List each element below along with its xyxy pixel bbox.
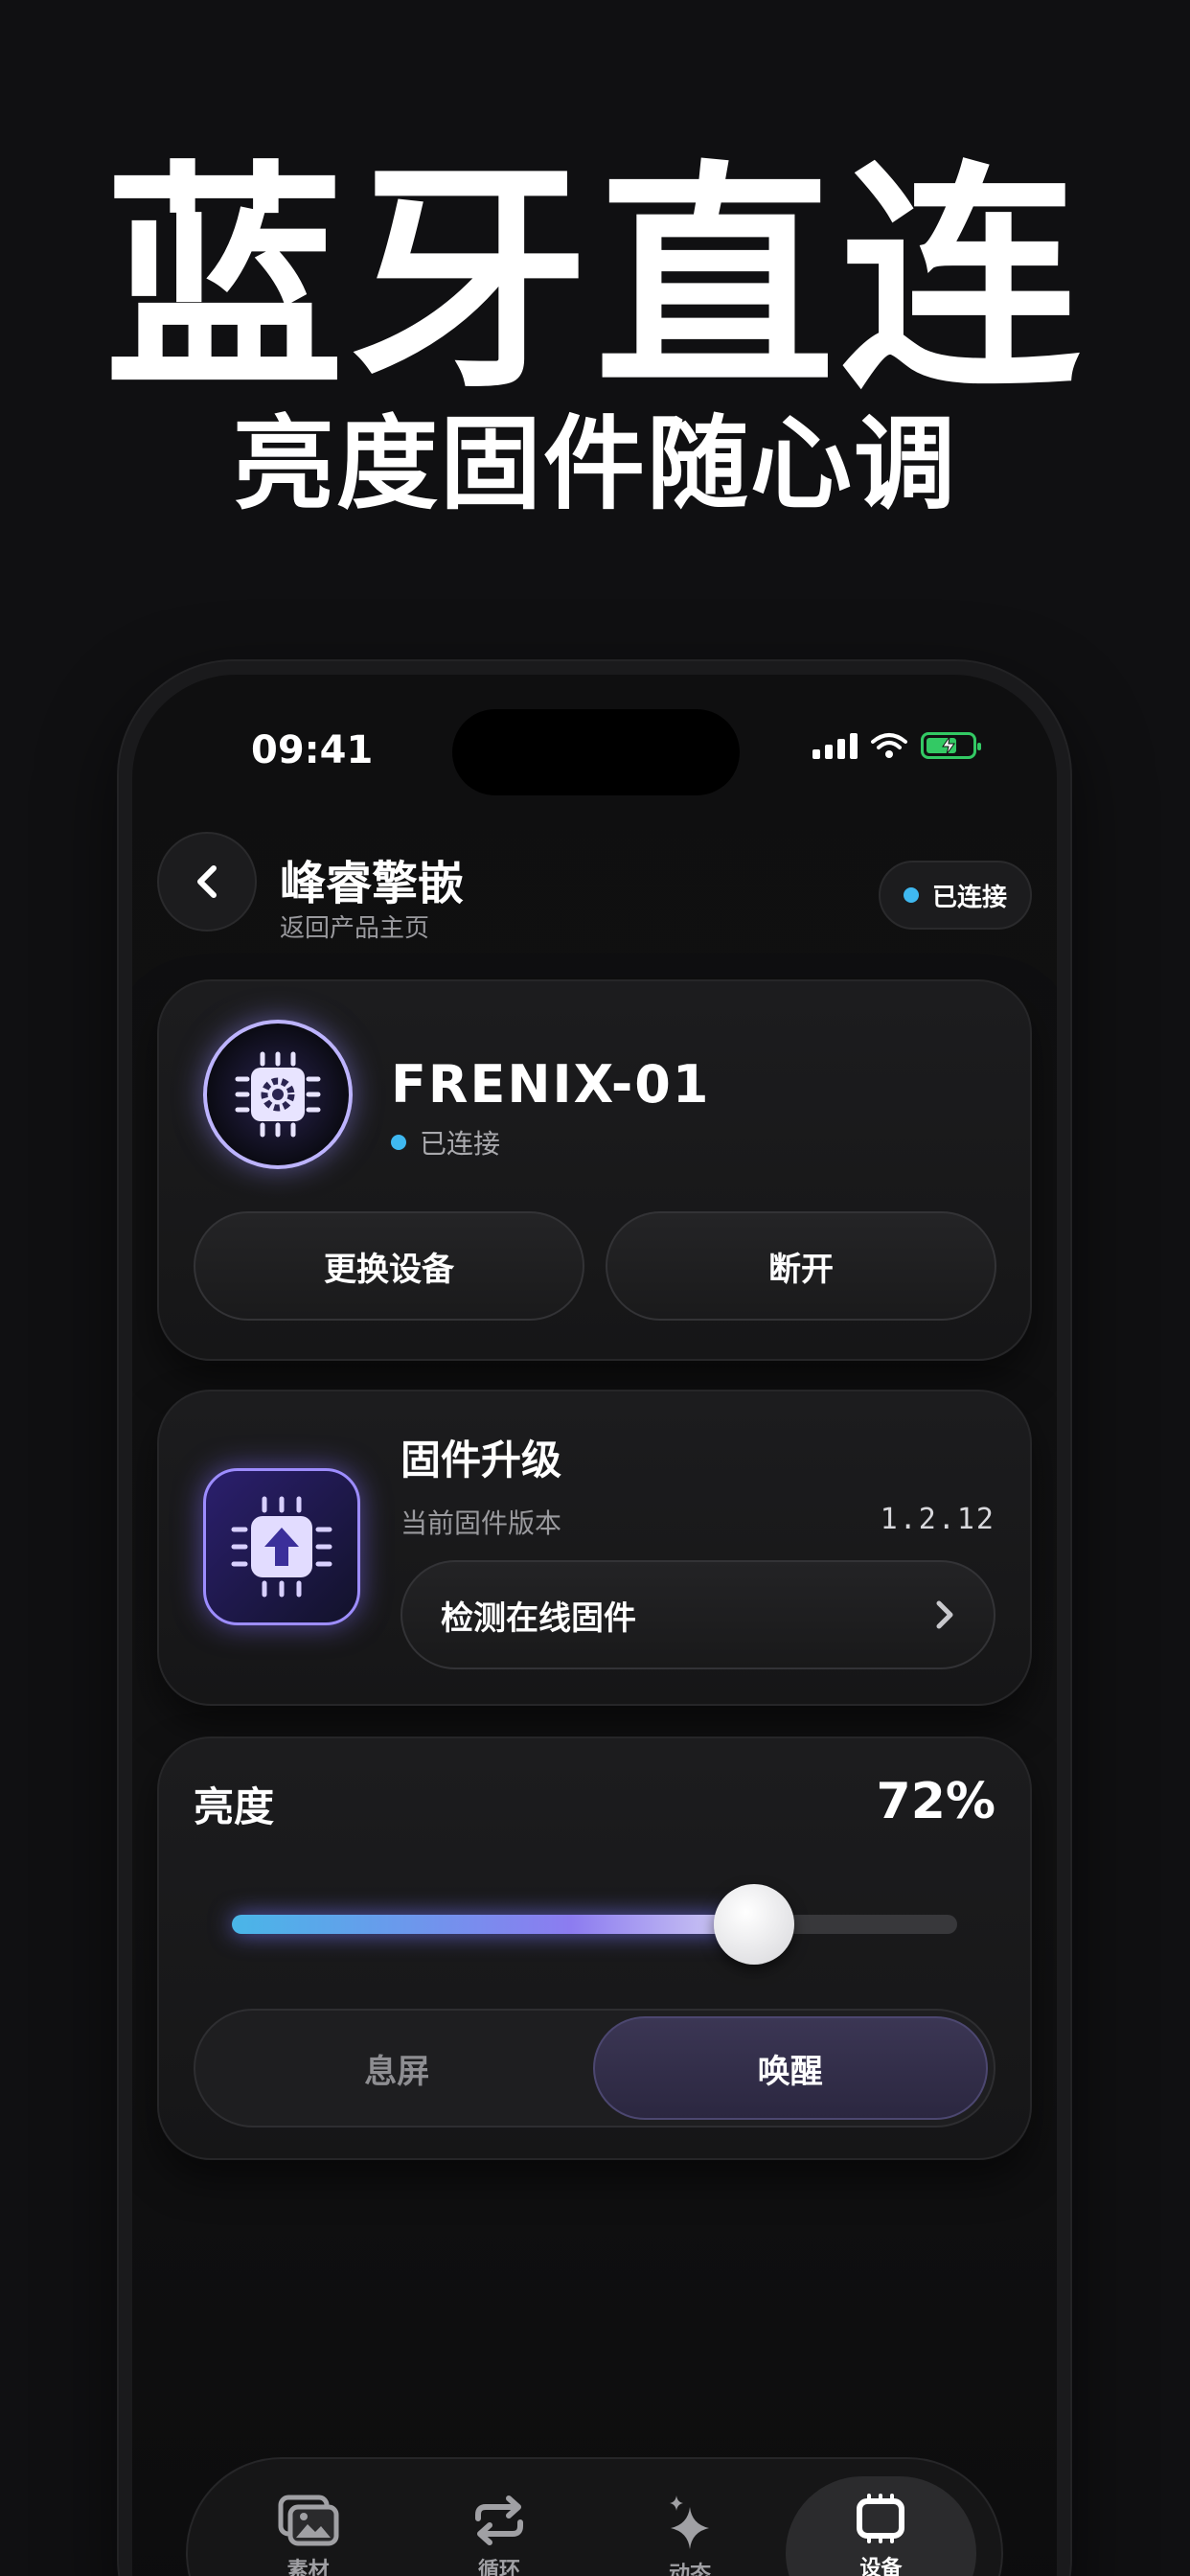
device-chip-icon [857, 2494, 905, 2543]
tab-label: 设备 [859, 2557, 903, 2576]
firmware-version: 1.2.12 [880, 1503, 995, 1536]
chip-upload-icon [203, 1468, 360, 1625]
sparkle-icon [670, 2496, 710, 2549]
check-firmware-button[interactable]: 检测在线固件 [400, 1560, 995, 1669]
brightness-slider-fill [232, 1915, 755, 1934]
back-button[interactable] [157, 832, 257, 932]
brightness-card: 亮度 72% 息屏 唤醒 [157, 1736, 1032, 2160]
brightness-title: 亮度 [194, 1783, 275, 1830]
page-title: 峰睿擎嵌 [280, 857, 465, 910]
battery-icon [921, 732, 981, 759]
status-icons [812, 732, 981, 759]
wifi-icon [871, 733, 907, 758]
hero-subtitle: 亮度固件随心调 [233, 405, 957, 523]
device-name: FRENIX-01 [391, 1054, 711, 1115]
brightness-slider-thumb[interactable] [714, 1884, 795, 1965]
firmware-card: 固件升级 当前固件版本 1.2.12 检测在线固件 [157, 1390, 1032, 1706]
brightness-slider[interactable] [232, 1884, 957, 1965]
back-to-home-link[interactable]: 返回产品主页 [280, 908, 429, 944]
firmware-version-label: 当前固件版本 [400, 1507, 562, 1539]
screen-mode-toggle: 息屏 唤醒 [194, 2009, 995, 2128]
connection-status-badge: 已连接 [878, 861, 1032, 930]
status-time: 09:41 [251, 728, 374, 772]
tab-bar: 素材 循环 动态 设备 [186, 2457, 1003, 2576]
mode-wake[interactable]: 唤醒 [592, 2016, 988, 2120]
brightness-value: 72% [876, 1773, 995, 1830]
device-status: 已连接 [391, 1123, 500, 1162]
status-dot [391, 1135, 406, 1150]
chevron-left-icon [197, 865, 217, 898]
switch-device-button[interactable]: 更换设备 [194, 1211, 584, 1321]
disconnect-button[interactable]: 断开 [606, 1211, 996, 1321]
tab-label: 素材 [286, 2559, 330, 2576]
phone-screen: 09:41 峰睿擎嵌 返回产品主页 已连接 FRENIX-01 已连接 更换设备… [132, 675, 1057, 2576]
dynamic-island [452, 709, 740, 795]
images-icon [278, 2495, 339, 2546]
tab-dynamic[interactable]: 动态 [595, 2476, 786, 2576]
hero-title: 蓝牙直连 [104, 141, 1086, 420]
tab-label: 循环 [477, 2559, 520, 2576]
check-firmware-label: 检测在线固件 [441, 1598, 636, 1638]
chevron-right-icon [936, 1600, 953, 1629]
device-status-text: 已连接 [420, 1128, 501, 1160]
mode-screen-off[interactable]: 息屏 [201, 2016, 593, 2120]
chip-gear-icon [203, 1020, 353, 1169]
device-card: FRENIX-01 已连接 更换设备 断开 [157, 979, 1032, 1361]
tab-materials[interactable]: 素材 [213, 2476, 403, 2576]
connection-status-text: 已连接 [931, 883, 1007, 912]
tab-label: 动态 [669, 2563, 712, 2576]
repeat-icon [474, 2496, 523, 2545]
tab-loop[interactable]: 循环 [403, 2476, 594, 2576]
status-dot [903, 887, 919, 903]
tab-device[interactable]: 设备 [785, 2476, 976, 2576]
phone-frame: 09:41 峰睿擎嵌 返回产品主页 已连接 FRENIX-01 已连接 更换设备… [119, 661, 1070, 2576]
firmware-title: 固件升级 [400, 1437, 562, 1484]
cellular-signal-icon [812, 732, 858, 759]
